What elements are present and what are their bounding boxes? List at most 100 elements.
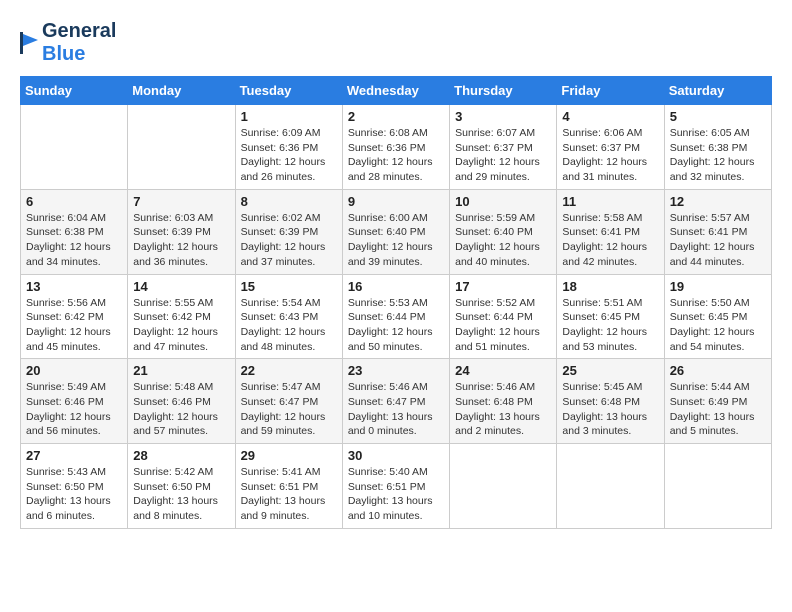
- calendar-cell: 16 Sunrise: 5:53 AM Sunset: 6:44 PM Dayli…: [342, 274, 449, 359]
- calendar-cell: [664, 444, 771, 529]
- day-info: Sunrise: 5:43 AM Sunset: 6:50 PM Dayligh…: [26, 465, 122, 524]
- day-info: Sunrise: 5:45 AM Sunset: 6:48 PM Dayligh…: [562, 380, 658, 439]
- day-number: 9: [348, 194, 444, 209]
- day-number: 25: [562, 363, 658, 378]
- calendar-cell: 2 Sunrise: 6:08 AM Sunset: 6:36 PM Daylig…: [342, 105, 449, 190]
- weekday-header: Tuesday: [235, 77, 342, 105]
- calendar-cell: 6 Sunrise: 6:04 AM Sunset: 6:38 PM Daylig…: [21, 189, 128, 274]
- day-number: 18: [562, 279, 658, 294]
- weekday-header: Wednesday: [342, 77, 449, 105]
- day-number: 14: [133, 279, 229, 294]
- calendar-cell: 4 Sunrise: 6:06 AM Sunset: 6:37 PM Daylig…: [557, 105, 664, 190]
- day-number: 2: [348, 109, 444, 124]
- calendar-cell: 14 Sunrise: 5:55 AM Sunset: 6:42 PM Dayli…: [128, 274, 235, 359]
- calendar-cell: 30 Sunrise: 5:40 AM Sunset: 6:51 PM Dayli…: [342, 444, 449, 529]
- day-info: Sunrise: 5:51 AM Sunset: 6:45 PM Dayligh…: [562, 296, 658, 355]
- day-info: Sunrise: 6:08 AM Sunset: 6:36 PM Dayligh…: [348, 126, 444, 185]
- calendar-week-row: 1 Sunrise: 6:09 AM Sunset: 6:36 PM Daylig…: [21, 105, 772, 190]
- day-number: 13: [26, 279, 122, 294]
- day-info: Sunrise: 6:02 AM Sunset: 6:39 PM Dayligh…: [241, 211, 337, 270]
- calendar-cell: 21 Sunrise: 5:48 AM Sunset: 6:46 PM Dayli…: [128, 359, 235, 444]
- day-info: Sunrise: 5:40 AM Sunset: 6:51 PM Dayligh…: [348, 465, 444, 524]
- day-info: Sunrise: 5:42 AM Sunset: 6:50 PM Dayligh…: [133, 465, 229, 524]
- calendar-cell: [557, 444, 664, 529]
- day-info: Sunrise: 6:00 AM Sunset: 6:40 PM Dayligh…: [348, 211, 444, 270]
- day-number: 22: [241, 363, 337, 378]
- day-info: Sunrise: 5:58 AM Sunset: 6:41 PM Dayligh…: [562, 211, 658, 270]
- day-number: 16: [348, 279, 444, 294]
- weekday-header: Thursday: [450, 77, 557, 105]
- calendar-cell: 10Sunrise: 5:59 AM Sunset: 6:40 PM Dayli…: [450, 189, 557, 274]
- day-info: Sunrise: 5:54 AM Sunset: 6:43 PM Dayligh…: [241, 296, 337, 355]
- day-number: 24: [455, 363, 551, 378]
- calendar-cell: [128, 105, 235, 190]
- weekday-header: Saturday: [664, 77, 771, 105]
- day-info: Sunrise: 6:07 AM Sunset: 6:37 PM Dayligh…: [455, 126, 551, 185]
- day-number: 27: [26, 448, 122, 463]
- day-info: Sunrise: 6:05 AM Sunset: 6:38 PM Dayligh…: [670, 126, 766, 185]
- day-info: Sunrise: 5:46 AM Sunset: 6:48 PM Dayligh…: [455, 380, 551, 439]
- day-info: Sunrise: 5:57 AM Sunset: 6:41 PM Dayligh…: [670, 211, 766, 270]
- calendar-cell: 26Sunrise: 5:44 AM Sunset: 6:49 PM Dayli…: [664, 359, 771, 444]
- day-number: 5: [670, 109, 766, 124]
- day-info: Sunrise: 6:03 AM Sunset: 6:39 PM Dayligh…: [133, 211, 229, 270]
- day-number: 21: [133, 363, 229, 378]
- day-info: Sunrise: 5:55 AM Sunset: 6:42 PM Dayligh…: [133, 296, 229, 355]
- calendar-cell: 13 Sunrise: 5:56 AM Sunset: 6:42 PM Dayli…: [21, 274, 128, 359]
- calendar-cell: 20Sunrise: 5:49 AM Sunset: 6:46 PM Dayli…: [21, 359, 128, 444]
- day-number: 6: [26, 194, 122, 209]
- day-number: 23: [348, 363, 444, 378]
- day-info: Sunrise: 5:47 AM Sunset: 6:47 PM Dayligh…: [241, 380, 337, 439]
- calendar-table: SundayMondayTuesdayWednesdayThursdayFrid…: [20, 76, 772, 529]
- calendar-cell: 15Sunrise: 5:54 AM Sunset: 6:43 PM Dayli…: [235, 274, 342, 359]
- calendar-cell: 29 Sunrise: 5:41 AM Sunset: 6:51 PM Dayli…: [235, 444, 342, 529]
- calendar-week-row: 6 Sunrise: 6:04 AM Sunset: 6:38 PM Daylig…: [21, 189, 772, 274]
- day-info: Sunrise: 5:53 AM Sunset: 6:44 PM Dayligh…: [348, 296, 444, 355]
- calendar-cell: 24 Sunrise: 5:46 AM Sunset: 6:48 PM Dayli…: [450, 359, 557, 444]
- calendar-cell: [450, 444, 557, 529]
- day-number: 17: [455, 279, 551, 294]
- day-number: 19: [670, 279, 766, 294]
- logo-flag: [20, 32, 38, 54]
- calendar-week-row: 13 Sunrise: 5:56 AM Sunset: 6:42 PM Dayli…: [21, 274, 772, 359]
- logo: General Blue: [20, 20, 116, 66]
- day-number: 3: [455, 109, 551, 124]
- calendar-cell: [21, 105, 128, 190]
- page-header: General Blue: [20, 20, 772, 66]
- day-number: 11: [562, 194, 658, 209]
- day-info: Sunrise: 5:56 AM Sunset: 6:42 PM Dayligh…: [26, 296, 122, 355]
- day-number: 29: [241, 448, 337, 463]
- day-number: 1: [241, 109, 337, 124]
- day-info: Sunrise: 6:04 AM Sunset: 6:38 PM Dayligh…: [26, 211, 122, 270]
- logo-blue-label: Blue: [42, 43, 85, 65]
- weekday-header: Friday: [557, 77, 664, 105]
- day-number: 26: [670, 363, 766, 378]
- day-info: Sunrise: 5:41 AM Sunset: 6:51 PM Dayligh…: [241, 465, 337, 524]
- day-info: Sunrise: 6:09 AM Sunset: 6:36 PM Dayligh…: [241, 126, 337, 185]
- day-info: Sunrise: 5:46 AM Sunset: 6:47 PM Dayligh…: [348, 380, 444, 439]
- day-number: 20: [26, 363, 122, 378]
- calendar-cell: 9 Sunrise: 6:00 AM Sunset: 6:40 PM Daylig…: [342, 189, 449, 274]
- day-number: 8: [241, 194, 337, 209]
- day-info: Sunrise: 6:06 AM Sunset: 6:37 PM Dayligh…: [562, 126, 658, 185]
- calendar-cell: 28Sunrise: 5:42 AM Sunset: 6:50 PM Dayli…: [128, 444, 235, 529]
- day-number: 30: [348, 448, 444, 463]
- calendar-cell: 1 Sunrise: 6:09 AM Sunset: 6:36 PM Daylig…: [235, 105, 342, 190]
- calendar-cell: 12 Sunrise: 5:57 AM Sunset: 6:41 PM Dayli…: [664, 189, 771, 274]
- day-info: Sunrise: 5:52 AM Sunset: 6:44 PM Dayligh…: [455, 296, 551, 355]
- calendar-week-row: 20Sunrise: 5:49 AM Sunset: 6:46 PM Dayli…: [21, 359, 772, 444]
- calendar-header-row: SundayMondayTuesdayWednesdayThursdayFrid…: [21, 77, 772, 105]
- day-number: 10: [455, 194, 551, 209]
- calendar-cell: 23 Sunrise: 5:46 AM Sunset: 6:47 PM Dayli…: [342, 359, 449, 444]
- day-info: Sunrise: 5:48 AM Sunset: 6:46 PM Dayligh…: [133, 380, 229, 439]
- calendar-cell: 18 Sunrise: 5:51 AM Sunset: 6:45 PM Dayli…: [557, 274, 664, 359]
- day-number: 7: [133, 194, 229, 209]
- calendar-cell: 17 Sunrise: 5:52 AM Sunset: 6:44 PM Dayli…: [450, 274, 557, 359]
- day-number: 12: [670, 194, 766, 209]
- day-number: 4: [562, 109, 658, 124]
- calendar-cell: 3 Sunrise: 6:07 AM Sunset: 6:37 PM Daylig…: [450, 105, 557, 190]
- day-info: Sunrise: 5:50 AM Sunset: 6:45 PM Dayligh…: [670, 296, 766, 355]
- calendar-cell: 19 Sunrise: 5:50 AM Sunset: 6:45 PM Dayli…: [664, 274, 771, 359]
- calendar-cell: 7 Sunrise: 6:03 AM Sunset: 6:39 PM Daylig…: [128, 189, 235, 274]
- calendar-cell: 27 Sunrise: 5:43 AM Sunset: 6:50 PM Dayli…: [21, 444, 128, 529]
